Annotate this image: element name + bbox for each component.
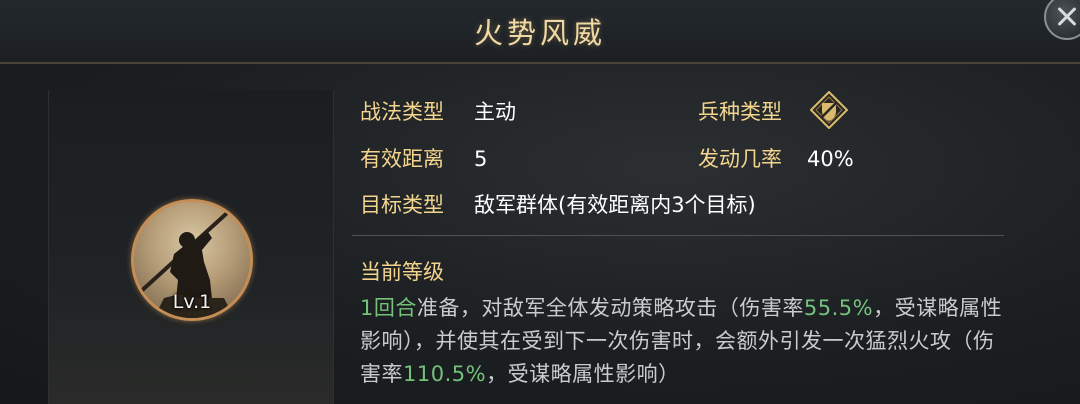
skill-level: Lv.1 [172, 291, 212, 313]
desc-damage-rate-1: 55.5% [803, 296, 874, 320]
skill-description: 1回合准备，对敌军全体发动策略攻击（伤害率55.5%，受谋略属性影响），并使其在… [360, 292, 1010, 391]
troop-type-label: 兵种类型 [698, 100, 782, 124]
target-type-label: 目标类型 [360, 193, 444, 217]
trigger-rate-value: 40% [807, 147, 854, 171]
desc-damage-rate-2: 110.5% [403, 362, 487, 386]
current-level-heading: 当前等级 [360, 260, 444, 284]
skill-title: 火势风威 [473, 16, 606, 50]
desc-text-3: ，受谋略属性影响） [486, 362, 680, 386]
skill-type-value: 主动 [474, 100, 516, 124]
range-label: 有效距离 [360, 147, 444, 171]
title-bar: 火势风威 [0, 0, 1080, 64]
desc-text-1: 准备，对敌军全体发动策略攻击（伤害率 [416, 296, 804, 320]
troop-type-icon[interactable] [810, 91, 848, 129]
range-value: 5 [474, 147, 488, 171]
section-divider [352, 235, 1004, 236]
desc-rounds: 1回合 [360, 296, 417, 320]
skill-type-label: 战法类型 [360, 100, 444, 124]
trigger-rate-label: 发动几率 [698, 147, 782, 171]
target-type-value: 敌军群体(有效距离内3个目标) [474, 193, 756, 217]
